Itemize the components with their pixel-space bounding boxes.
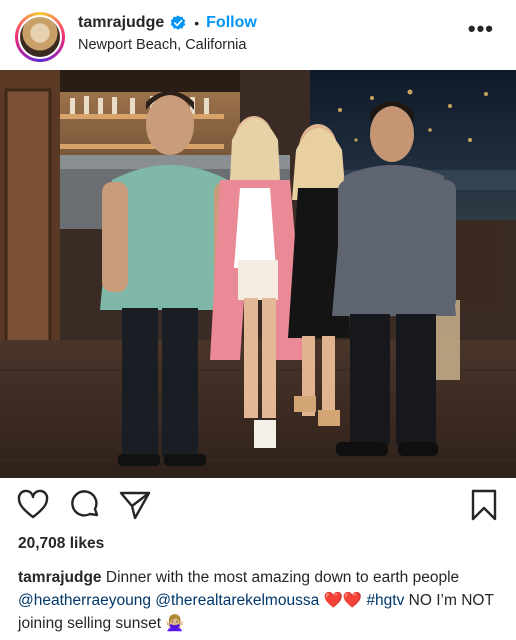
- gesture-emoji: 🙅🏼‍♀️: [165, 615, 185, 632]
- post-header: tamrajudge • Follow Newport Beach, Calif…: [0, 0, 516, 70]
- paper-plane-icon[interactable]: [118, 488, 152, 522]
- heart-icon[interactable]: [16, 488, 50, 522]
- more-options-icon[interactable]: •••: [468, 18, 494, 40]
- caption-text: Dinner with the most amazing down to ear…: [105, 569, 460, 586]
- caption-username[interactable]: tamrajudge: [18, 569, 102, 586]
- action-bar: [0, 488, 516, 528]
- photo-scene: [0, 70, 516, 478]
- username-link[interactable]: tamrajudge: [78, 14, 164, 32]
- bookmark-icon[interactable]: [467, 488, 501, 522]
- mention-link[interactable]: @therealtarekelmoussa: [155, 592, 319, 609]
- heart-emoji: ❤️❤️: [323, 592, 363, 609]
- verified-badge-icon: [171, 15, 186, 30]
- likes-count[interactable]: 20,708 likes: [18, 535, 104, 553]
- profile-photo: [20, 17, 60, 57]
- hashtag-link[interactable]: #hgtv: [366, 592, 404, 609]
- separator-dot: •: [194, 15, 200, 31]
- follow-button[interactable]: Follow: [206, 14, 257, 32]
- post-caption: tamrajudge Dinner with the most amazing …: [18, 566, 498, 635]
- avatar[interactable]: [15, 12, 65, 62]
- comment-icon[interactable]: [68, 488, 102, 522]
- post-image[interactable]: [0, 70, 516, 478]
- user-row: tamrajudge • Follow: [78, 12, 257, 34]
- location-link[interactable]: Newport Beach, California: [78, 37, 246, 53]
- mention-link[interactable]: @heatherraeyoung: [18, 592, 151, 609]
